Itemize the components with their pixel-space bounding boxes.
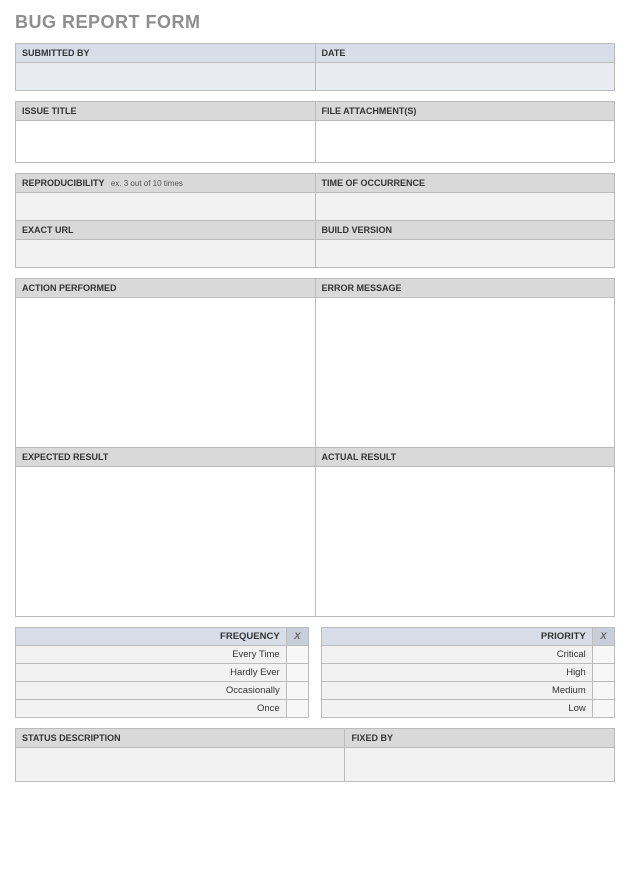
pri-option: Critical	[322, 646, 593, 664]
label-exact-url: EXACT URL	[16, 221, 316, 240]
label-date: DATE	[315, 44, 615, 63]
field-exact-url[interactable]	[16, 240, 316, 268]
freq-option: Occasionally	[16, 682, 287, 700]
header-priority-x: X	[592, 628, 614, 646]
label-fixed-by: FIXED BY	[345, 729, 615, 748]
field-file-attachments[interactable]	[315, 121, 615, 163]
freq-option: Every Time	[16, 646, 287, 664]
pri-option: High	[322, 664, 593, 682]
section-status-fixed: STATUS DESCRIPTION FIXED BY	[15, 728, 615, 782]
pri-check-2[interactable]	[592, 682, 614, 700]
label-issue-title: ISSUE TITLE	[16, 102, 316, 121]
hint-reproducibility: ex. 3 out of 10 times	[111, 179, 183, 188]
field-fixed-by[interactable]	[345, 748, 615, 782]
section-submitted-date: SUBMITTED BY DATE	[15, 43, 615, 91]
freq-option: Once	[16, 700, 287, 718]
section-frequency-priority: FREQUENCY X PRIORITY X Every Time Critic…	[15, 627, 615, 718]
freq-check-3[interactable]	[286, 700, 308, 718]
label-build-version: BUILD VERSION	[315, 221, 615, 240]
field-time-of-occurrence[interactable]	[315, 193, 615, 221]
label-submitted-by: SUBMITTED BY	[16, 44, 316, 63]
field-submitted-by[interactable]	[16, 63, 316, 91]
field-error-message[interactable]	[315, 298, 615, 448]
label-file-attachments: FILE ATTACHMENT(S)	[315, 102, 615, 121]
section-action-error: ACTION PERFORMED ERROR MESSAGE EXPECTED …	[15, 278, 615, 617]
field-actual-result[interactable]	[315, 467, 615, 617]
header-priority: PRIORITY	[322, 628, 593, 646]
freq-check-2[interactable]	[286, 682, 308, 700]
label-reproducibility-text: REPRODUCIBILITY	[22, 178, 104, 188]
field-expected-result[interactable]	[16, 467, 316, 617]
pri-check-1[interactable]	[592, 664, 614, 682]
page-title: BUG REPORT FORM	[15, 12, 615, 33]
field-action-performed[interactable]	[16, 298, 316, 448]
pri-check-3[interactable]	[592, 700, 614, 718]
section-reproducibility: REPRODUCIBILITY ex. 3 out of 10 times TI…	[15, 173, 615, 268]
field-reproducibility[interactable]	[16, 193, 316, 221]
freq-option: Hardly Ever	[16, 664, 287, 682]
label-action-performed: ACTION PERFORMED	[16, 279, 316, 298]
header-frequency: FREQUENCY	[16, 628, 287, 646]
label-actual-result: ACTUAL RESULT	[315, 448, 615, 467]
pri-check-0[interactable]	[592, 646, 614, 664]
freq-check-0[interactable]	[286, 646, 308, 664]
freq-check-1[interactable]	[286, 664, 308, 682]
label-expected-result: EXPECTED RESULT	[16, 448, 316, 467]
gap	[308, 628, 321, 646]
label-error-message: ERROR MESSAGE	[315, 279, 615, 298]
section-issue-attachment: ISSUE TITLE FILE ATTACHMENT(S)	[15, 101, 615, 163]
field-build-version[interactable]	[315, 240, 615, 268]
field-issue-title[interactable]	[16, 121, 316, 163]
pri-option: Medium	[322, 682, 593, 700]
label-reproducibility: REPRODUCIBILITY ex. 3 out of 10 times	[16, 174, 316, 193]
field-status-description[interactable]	[16, 748, 345, 782]
label-time-of-occurrence: TIME OF OCCURRENCE	[315, 174, 615, 193]
pri-option: Low	[322, 700, 593, 718]
field-date[interactable]	[315, 63, 615, 91]
header-frequency-x: X	[286, 628, 308, 646]
label-status-description: STATUS DESCRIPTION	[16, 729, 345, 748]
